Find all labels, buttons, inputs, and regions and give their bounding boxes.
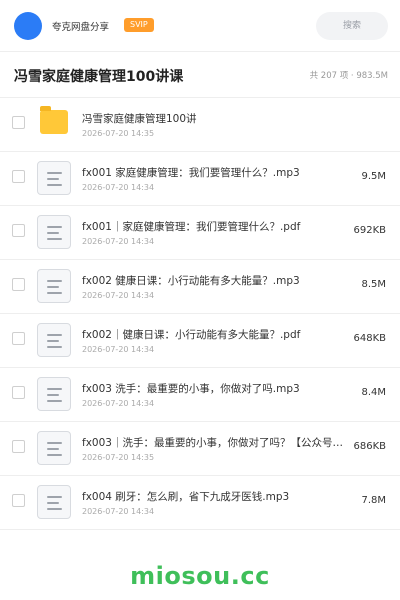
- svip-badge: SVIP: [124, 18, 154, 32]
- file-list: 冯雪家庭健康管理100讲 2026-07-20 14:35 fx001 家庭健康…: [0, 98, 400, 530]
- document-icon: [37, 269, 71, 303]
- file-row[interactable]: fx002｜健康日课：小行动能有多大能量？.pdf 2026-07-20 14:…: [0, 314, 400, 368]
- file-name[interactable]: fx002｜健康日课：小行动能有多大能量？.pdf: [82, 327, 344, 342]
- title-bar: 冯雪家庭健康管理100讲课 共 207 项 · 983.5M: [0, 52, 400, 98]
- document-icon: [37, 377, 71, 411]
- file-date: 2026-07-20 14:35: [82, 129, 155, 138]
- file-row[interactable]: fx004 刷牙：怎么刷，省下九成牙医钱.mp3 2026-07-20 14:3…: [0, 476, 400, 530]
- page-title: 冯雪家庭健康管理100讲课: [14, 69, 184, 85]
- file-name[interactable]: fx002 健康日课：小行动能有多大能量？.mp3: [82, 273, 344, 288]
- share-name: 夸克网盘分享: [52, 22, 110, 33]
- file-size: 9.5M: [361, 171, 386, 182]
- row-checkbox[interactable]: [12, 116, 25, 129]
- file-row[interactable]: fx003 洗手：最重要的小事，你做对了吗.mp3 2026-07-20 14:…: [0, 368, 400, 422]
- file-date: 2026-07-20 14:34: [82, 507, 155, 516]
- file-date: 2026-07-20 14:34: [82, 237, 155, 246]
- row-checkbox[interactable]: [12, 332, 25, 345]
- search-input[interactable]: 搜索: [316, 12, 388, 40]
- document-icon: [37, 161, 71, 195]
- file-date: 2026-07-20 14:34: [82, 183, 155, 192]
- file-row[interactable]: fx003｜洗手：最重要的小事，你做对了吗？【公众号：菜菜分享】.pdf 202…: [0, 422, 400, 476]
- file-name[interactable]: 冯雪家庭健康管理100讲: [82, 111, 344, 126]
- file-size: 692KB: [353, 225, 386, 236]
- folder-stats: 共 207 项 · 983.5M: [309, 71, 388, 81]
- file-row[interactable]: fx001 家庭健康管理：我们要管理什么？.mp3 2026-07-20 14:…: [0, 152, 400, 206]
- file-date: 2026-07-20 14:34: [82, 291, 155, 300]
- avatar[interactable]: [14, 12, 42, 40]
- file-size: 648KB: [353, 333, 386, 344]
- file-name[interactable]: fx001｜家庭健康管理：我们要管理什么？.pdf: [82, 219, 344, 234]
- document-icon: [37, 215, 71, 249]
- folder-icon: [40, 106, 68, 134]
- file-size: 7.8M: [361, 495, 386, 506]
- file-row[interactable]: fx001｜家庭健康管理：我们要管理什么？.pdf 2026-07-20 14:…: [0, 206, 400, 260]
- file-size: 8.5M: [361, 279, 386, 290]
- document-icon: [37, 431, 71, 465]
- file-row[interactable]: fx002 健康日课：小行动能有多大能量？.mp3 2026-07-20 14:…: [0, 260, 400, 314]
- document-icon: [37, 323, 71, 357]
- file-name[interactable]: fx001 家庭健康管理：我们要管理什么？.mp3: [82, 165, 344, 180]
- file-date: 2026-07-20 14:34: [82, 399, 155, 408]
- row-checkbox[interactable]: [12, 494, 25, 507]
- document-icon: [37, 485, 71, 519]
- file-name[interactable]: fx004 刷牙：怎么刷，省下九成牙医钱.mp3: [82, 489, 344, 504]
- file-size: 8.4M: [361, 387, 386, 398]
- row-checkbox[interactable]: [12, 386, 25, 399]
- file-name[interactable]: fx003｜洗手：最重要的小事，你做对了吗？【公众号：菜菜分享】.pdf: [82, 435, 344, 450]
- file-date: 2026-07-20 14:35: [82, 453, 155, 462]
- row-checkbox[interactable]: [12, 278, 25, 291]
- file-name[interactable]: fx003 洗手：最重要的小事，你做对了吗.mp3: [82, 381, 344, 396]
- watermark-logo: miosou.cc: [130, 562, 270, 590]
- top-bar: 夸克网盘分享 SVIP 搜索: [0, 0, 400, 52]
- file-row[interactable]: 冯雪家庭健康管理100讲 2026-07-20 14:35: [0, 98, 400, 152]
- row-checkbox[interactable]: [12, 224, 25, 237]
- row-checkbox[interactable]: [12, 440, 25, 453]
- file-date: 2026-07-20 14:34: [82, 345, 155, 354]
- file-size: 686KB: [353, 441, 386, 452]
- row-checkbox[interactable]: [12, 170, 25, 183]
